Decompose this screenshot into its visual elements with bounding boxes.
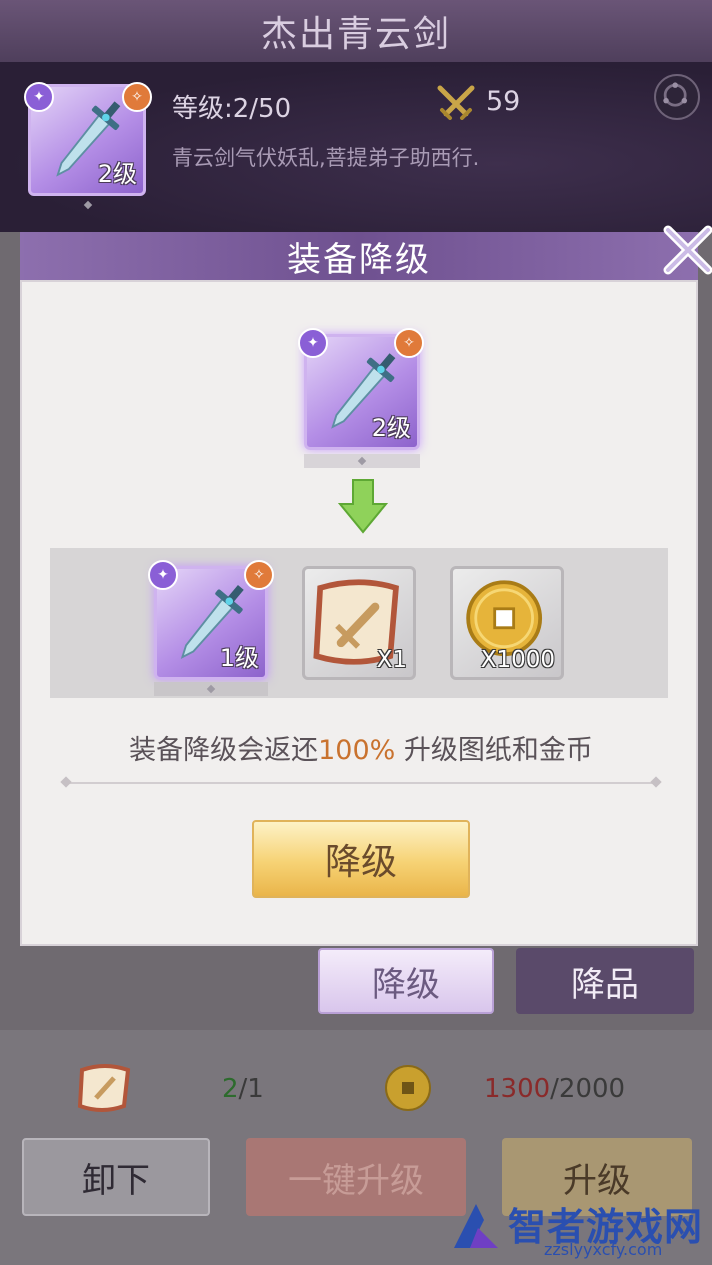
arrow-down-icon xyxy=(338,479,388,534)
result-items: 1级 ✦ ✧ X1 X1000 xyxy=(50,548,668,698)
crossed-swords-icon xyxy=(437,85,475,120)
watermark: 智者游戏网 zzslyyxcfy.com xyxy=(448,1194,712,1265)
star-bar xyxy=(304,454,420,468)
source-item-level: 2级 xyxy=(371,414,411,442)
confirm-downgrade-button[interactable]: 降级 xyxy=(252,820,470,898)
modal-header: 装备降级 xyxy=(20,232,698,280)
star-bar xyxy=(154,682,268,696)
downgrade-note: 装备降级会返还100% 升级图纸和金币 xyxy=(129,735,593,766)
result-coin-qty: X1000 xyxy=(480,647,555,673)
coin-count: 1300/2000 xyxy=(484,1074,626,1104)
type-badge-icon: ✦ xyxy=(298,328,328,358)
type-badge-icon: ✦ xyxy=(148,560,178,590)
title-bar: 杰出青云剑 xyxy=(0,0,712,62)
quality-badge-icon: ✧ xyxy=(244,560,274,590)
divider xyxy=(66,782,656,784)
item-description: 青云剑气伏妖乱,菩提弟子助西行. xyxy=(172,146,480,170)
share-icon[interactable] xyxy=(654,74,700,120)
quality-badge-icon: ✧ xyxy=(394,328,424,358)
scroll-icon xyxy=(77,1064,131,1112)
modal-body: 2级 ✦ ✧ 1级 ✦ ✧ X1 X1000 装备降级会返还100% 升级图纸和… xyxy=(20,280,698,946)
combat-power: 59 xyxy=(486,86,521,117)
tab-quality-down[interactable]: 降品 xyxy=(516,948,694,1014)
tab-downgrade[interactable]: 降级 xyxy=(318,948,494,1014)
one-click-upgrade-button[interactable]: 一键升级 xyxy=(246,1138,466,1216)
modal-title: 装备降级 xyxy=(287,239,431,280)
item-level-label: 2级 xyxy=(97,160,137,188)
quality-badge-icon: ✧ xyxy=(122,82,152,112)
watermark-url: zzslyyxcfy.com xyxy=(544,1240,663,1259)
item-name: 杰出青云剑 xyxy=(260,14,451,55)
type-badge-icon: ✦ xyxy=(24,82,54,112)
coin-icon xyxy=(385,1065,431,1111)
close-icon[interactable] xyxy=(656,218,712,282)
star-bar xyxy=(36,198,140,212)
result-scroll-qty: X1 xyxy=(376,647,407,673)
watermark-logo-icon xyxy=(454,1204,498,1248)
downgrade-modal: 装备降级 2级 ✦ ✧ 1级 ✦ ✧ X1 X1000 装备降级会返还100% … xyxy=(20,225,712,946)
result-scroll-slot[interactable]: X1 xyxy=(302,566,416,680)
unequip-button[interactable]: 卸下 xyxy=(22,1138,210,1216)
result-coin-slot[interactable]: X1000 xyxy=(450,566,564,680)
result-sword-label: 1级 xyxy=(219,644,259,672)
scroll-count: 2/1 xyxy=(222,1074,264,1104)
item-level-text: 等级:2/50 xyxy=(172,94,292,124)
